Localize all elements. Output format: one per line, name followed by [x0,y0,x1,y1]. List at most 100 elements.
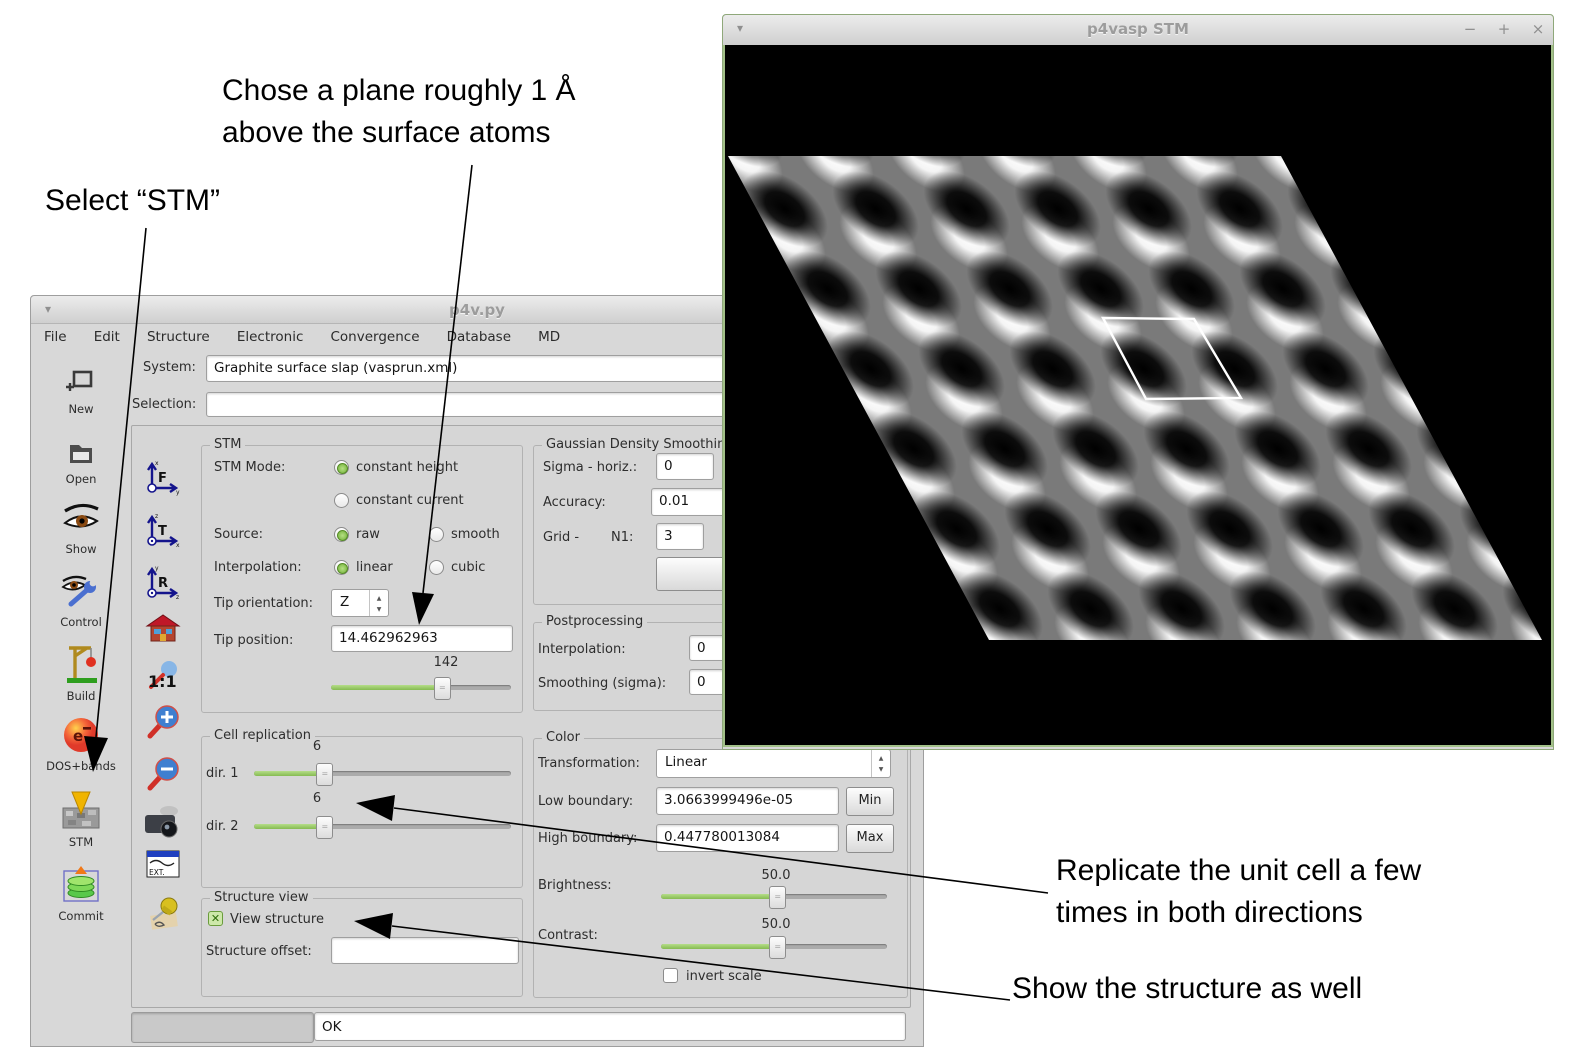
progress-bar [131,1012,314,1043]
stm-titlebar[interactable]: ▾ p4vasp STM − + × [723,15,1553,46]
stm-icon [60,790,102,830]
view-icon-strip: F xy T zx R yz [141,446,187,986]
stm-image-window: ▾ p4vasp STM − + × [722,14,1554,750]
radio-constant-height[interactable] [334,460,349,475]
stm-mode-label: STM Mode: [214,460,285,475]
commit-icon [61,864,101,904]
radio-linear-label[interactable]: linear [356,560,393,575]
axis-f-icon[interactable]: F xy [143,458,181,498]
pin-icon[interactable] [145,894,181,930]
menu-convergence[interactable]: Convergence [319,329,430,345]
tip-position-input[interactable]: 14.462962963 [331,625,513,652]
sigma-horiz-label: Sigma - horiz.: [543,460,637,475]
zoom-in-icon[interactable] [145,704,181,740]
menu-database[interactable]: Database [436,329,522,345]
ext-window-icon[interactable]: EXT. [145,849,181,881]
menu-file[interactable]: File [33,329,78,345]
view-structure-label[interactable]: View structure [230,912,324,927]
annotation-choose-plane-line2: above the surface atoms [222,112,551,154]
toolbar-item-new[interactable]: New [31,369,131,416]
svg-text:1:1: 1:1 [148,672,177,691]
toolbar-item-control[interactable]: Control [31,572,131,629]
radio-smooth[interactable] [429,527,444,542]
menu-md[interactable]: MD [527,329,571,345]
home-icon[interactable] [145,612,181,644]
menu-edit[interactable]: Edit [83,329,131,345]
max-button[interactable]: Max [846,824,894,853]
sigma-horiz-input[interactable]: 0 [656,453,714,480]
toolbar-item-commit[interactable]: Commit [31,864,131,923]
brightness-value: 50.0 [741,868,811,883]
menubar: File Edit Structure Electronic Convergen… [33,323,733,350]
toolbar-item-build[interactable]: Build [31,642,131,703]
radio-linear[interactable] [334,560,349,575]
one-to-one-zoom-icon[interactable]: 1:1 [145,659,181,693]
camera-icon[interactable] [143,803,183,839]
spinner-arrows-icon[interactable]: ▲▼ [369,590,388,616]
stm-group: STM [201,445,523,713]
brightness-slider[interactable]: = [661,886,887,906]
combo-arrows-icon[interactable]: ▲▼ [871,750,890,777]
contrast-value: 50.0 [741,917,811,932]
axis-r-icon[interactable]: R yz [143,563,181,603]
radio-constant-current-label[interactable]: constant current [356,493,464,508]
gaussian-group-title: Gaussian Density Smoothing [542,437,738,452]
min-button[interactable]: Min [846,787,894,816]
invert-scale-checkbox[interactable] [663,968,678,983]
toolbar-item-stm[interactable]: STM [31,790,131,849]
build-crane-icon [59,642,103,684]
zoom-out-icon[interactable] [145,756,181,792]
structure-offset-input[interactable] [331,937,519,964]
high-boundary-input[interactable]: 0.447780013084 [656,824,839,852]
radio-raw-label[interactable]: raw [356,527,380,542]
radio-cubic[interactable] [429,560,444,575]
dir1-slider[interactable]: = [254,763,511,783]
axis-t-icon[interactable]: T zx [143,511,181,551]
grid-label: Grid - [543,530,579,545]
dir1-value: 6 [297,739,337,754]
svg-text:x: x [155,460,159,467]
close-icon[interactable]: × [1527,20,1549,38]
status-field: OK [314,1012,906,1041]
transformation-label: Transformation: [538,756,640,771]
tip-position-slider[interactable]: = [331,677,511,697]
minimize-icon[interactable]: − [1459,20,1481,38]
contrast-slider[interactable]: = [661,936,887,956]
dir1-label: dir. 1 [206,766,239,781]
toolbar-item-open[interactable]: Open [31,439,131,486]
smoothing-sigma-label: Smoothing (sigma): [538,676,666,691]
radio-smooth-label[interactable]: smooth [451,527,500,542]
view-structure-checkbox[interactable]: ✕ [208,911,223,926]
invert-scale-label[interactable]: invert scale [686,969,762,984]
menu-electronic[interactable]: Electronic [226,329,315,345]
toolbar-item-dos-bands[interactable]: e DOS+bands [31,716,131,773]
menu-structure[interactable]: Structure [136,329,221,345]
control-eye-wrench-icon [59,572,103,610]
tip-orientation-spinner[interactable]: Z ▲▼ [331,589,389,617]
stm-group-title: STM [210,437,245,452]
toolbar-item-show[interactable]: Show [31,503,131,556]
svg-text:T: T [158,524,167,539]
annotation-choose-plane-line1: Chose a plane roughly 1 Å [222,70,576,112]
radio-raw[interactable] [334,527,349,542]
show-eye-icon [61,503,101,537]
n1-input[interactable]: 3 [656,523,704,550]
new-window-icon [66,369,96,397]
maximize-icon[interactable]: + [1493,20,1515,38]
transformation-combo[interactable]: Linear ▲▼ [656,749,891,778]
dir2-slider[interactable]: = [254,816,511,836]
color-group-title: Color [542,730,584,745]
annotation-replicate-line2: times in both directions [1056,892,1363,934]
radio-constant-height-label[interactable]: constant height [356,460,458,475]
tip-position-label: Tip position: [214,633,293,648]
accuracy-label: Accuracy: [543,495,606,510]
stm-window-title: p4vasp STM [723,20,1553,38]
radio-cubic-label[interactable]: cubic [451,560,485,575]
stm-image-canvas[interactable] [723,45,1553,747]
low-boundary-input[interactable]: 3.0663999496e-05 [656,787,839,815]
contrast-label: Contrast: [538,928,598,943]
interpolation-label: Interpolation: [214,560,302,575]
svg-text:F: F [158,471,167,486]
radio-constant-current[interactable] [334,493,349,508]
postprocessing-title: Postprocessing [542,614,647,629]
